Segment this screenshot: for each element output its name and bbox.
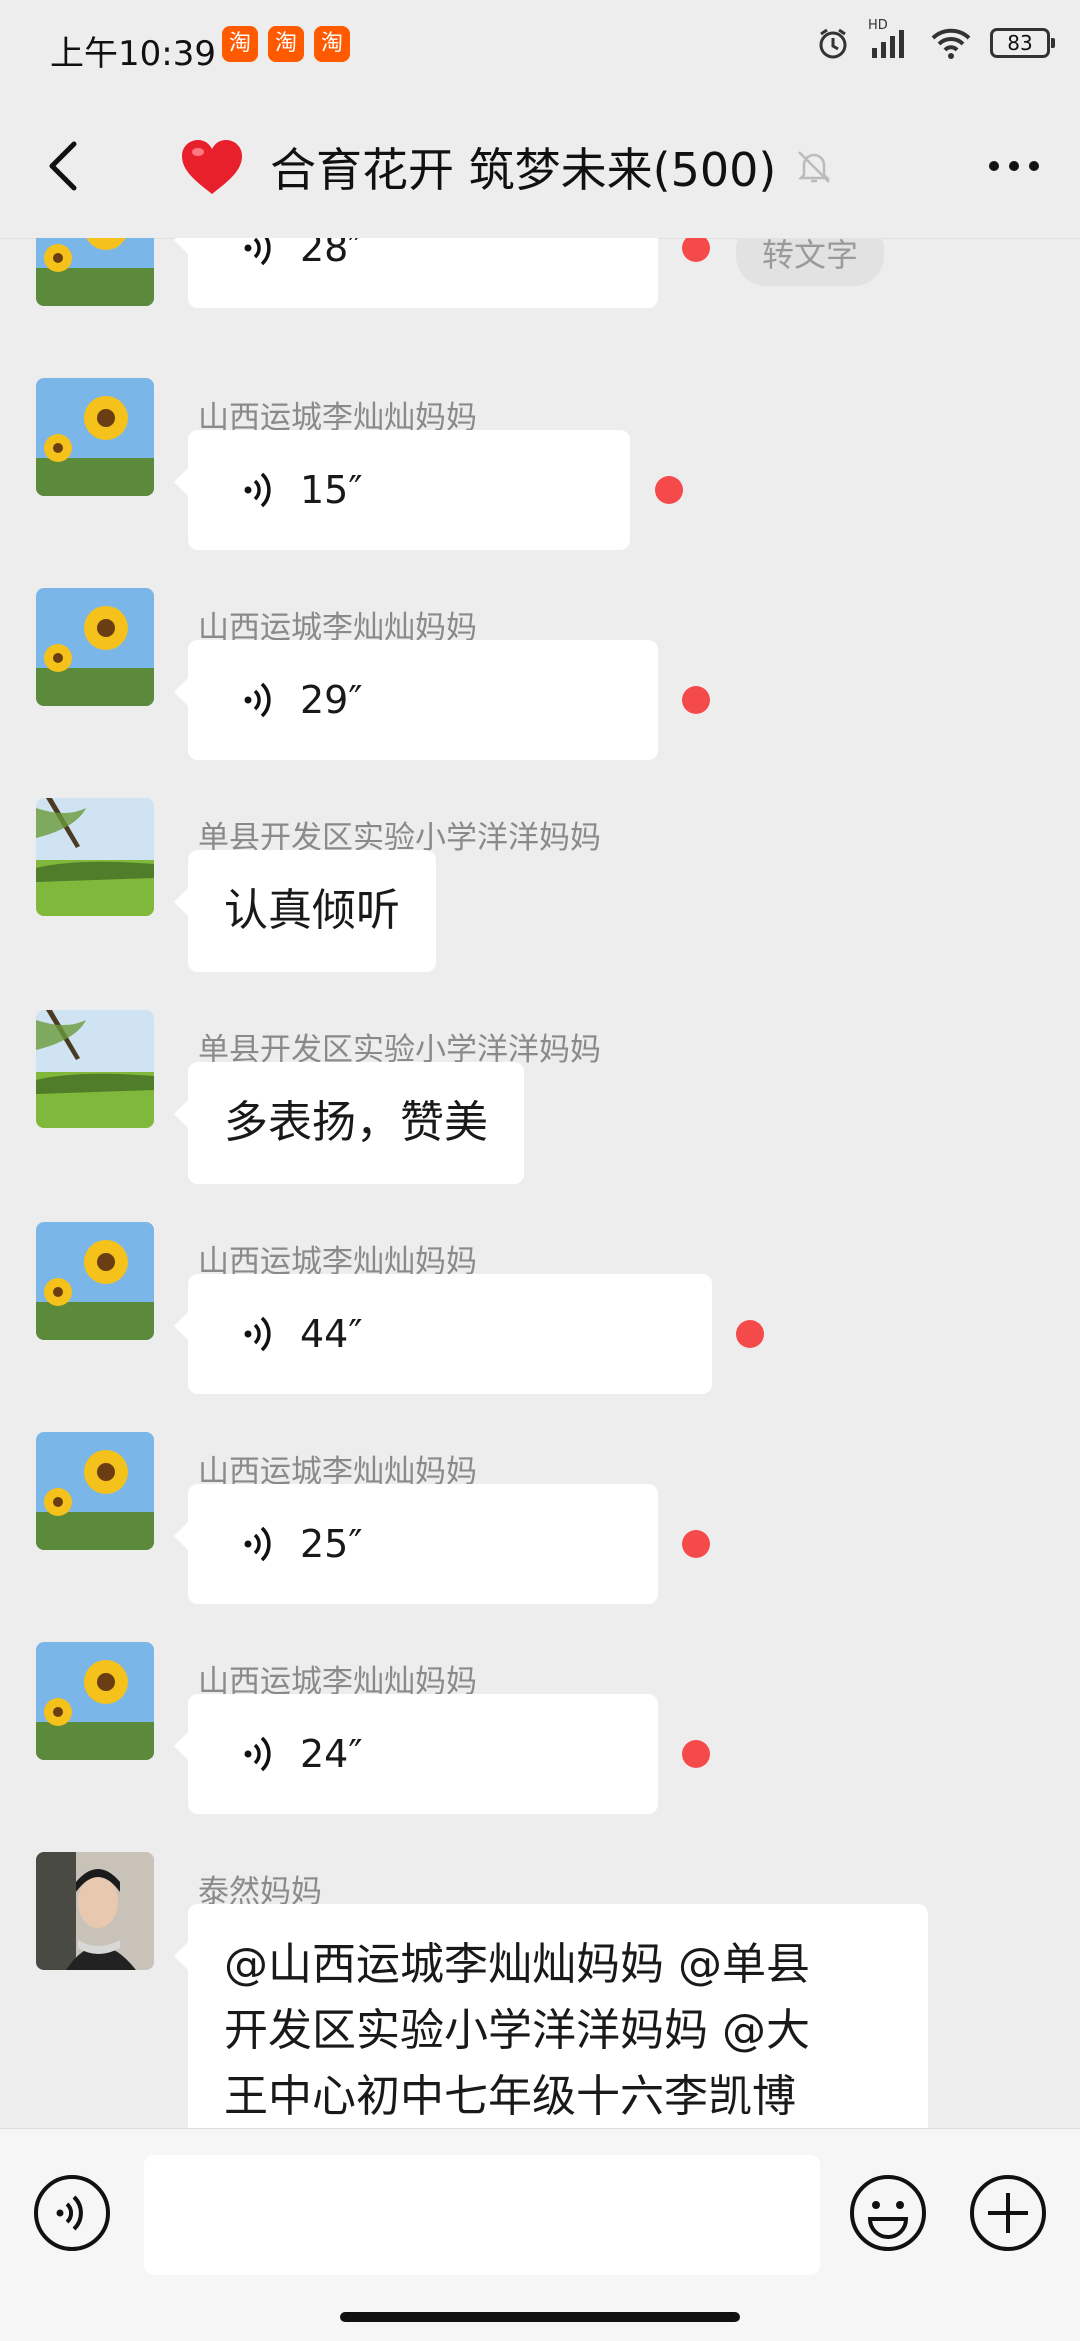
unread-dot bbox=[682, 238, 710, 262]
wifi-icon bbox=[931, 28, 971, 59]
unread-dot bbox=[682, 1740, 710, 1768]
voice-bubble[interactable]: 24″ bbox=[174, 1694, 658, 1814]
more-icon[interactable] bbox=[984, 146, 1044, 186]
voice-wave-icon bbox=[244, 472, 271, 508]
voice-bubble[interactable]: 28″ bbox=[174, 238, 658, 308]
avatar-portrait[interactable] bbox=[36, 1852, 154, 1970]
convert-to-text-button[interactable]: 转文字 bbox=[736, 238, 885, 286]
network-label: HD bbox=[868, 18, 888, 33]
voice-duration: 25″ bbox=[300, 1522, 363, 1566]
text-bubble[interactable]: 认真倾听 bbox=[174, 850, 436, 972]
voice-wave-icon bbox=[244, 1736, 271, 1772]
voice-bubble[interactable]: 29″ bbox=[174, 640, 658, 760]
chat-title: 合育花开 筑梦未来(500) bbox=[270, 143, 777, 197]
emoji-icon[interactable] bbox=[848, 2173, 928, 2253]
notification-icons: 淘 淘 淘 bbox=[222, 26, 350, 62]
unread-dot bbox=[655, 476, 683, 504]
taobao-icon: 淘 bbox=[268, 26, 304, 62]
text-line: 开发区实验小学洋洋妈妈 @大 bbox=[224, 2005, 810, 2056]
avatar-meadow[interactable] bbox=[36, 798, 154, 916]
input-bar bbox=[0, 2128, 1080, 2341]
plus-icon[interactable] bbox=[968, 2173, 1048, 2253]
taobao-icon: 淘 bbox=[314, 26, 350, 62]
unread-dot bbox=[682, 1530, 710, 1558]
system-icons: HD 83 bbox=[816, 18, 1055, 60]
avatar-sunflower[interactable] bbox=[36, 1432, 154, 1550]
text-bubble[interactable]: @山西运城李灿灿妈妈 @单县 开发区实验小学洋洋妈妈 @大 王中心初中七年级十六… bbox=[174, 1904, 928, 2128]
text-bubble[interactable]: 多表扬，赞美 bbox=[174, 1062, 524, 1184]
voice-duration: 15″ bbox=[300, 468, 363, 512]
voice-input-icon[interactable] bbox=[32, 2173, 112, 2253]
mute-bell-icon bbox=[798, 151, 831, 183]
unread-dot bbox=[682, 686, 710, 714]
chat-title-group[interactable]: 合育花开 筑梦未来(500) bbox=[180, 134, 834, 200]
voice-duration: 44″ bbox=[300, 1312, 363, 1356]
avatar-sunflower[interactable] bbox=[36, 588, 154, 706]
unread-dot bbox=[736, 1320, 764, 1348]
text-line: @山西运城李灿灿妈妈 @单县 bbox=[224, 1939, 810, 1990]
text-line: 王中心初中七年级十六李凯博 bbox=[224, 2071, 796, 2122]
voice-wave-icon bbox=[244, 1316, 271, 1352]
signal-icon: HD bbox=[868, 18, 912, 60]
avatar-sunflower[interactable] bbox=[36, 238, 154, 306]
home-indicator[interactable] bbox=[340, 2312, 740, 2322]
status-bar: 上午10:39 淘 淘 淘 HD 83 bbox=[0, 0, 1080, 96]
status-time: 上午10:39 bbox=[50, 34, 216, 74]
alarm-icon bbox=[819, 28, 847, 59]
voice-duration: 28″ bbox=[300, 238, 363, 270]
heart-icon bbox=[182, 140, 242, 194]
voice-bubble[interactable]: 15″ bbox=[174, 430, 630, 550]
avatar-sunflower[interactable] bbox=[36, 1222, 154, 1340]
voice-wave-icon bbox=[244, 1526, 271, 1562]
voice-bubble[interactable]: 44″ bbox=[174, 1274, 712, 1394]
voice-wave-icon bbox=[244, 238, 271, 266]
message-input[interactable] bbox=[144, 2155, 820, 2275]
voice-bubble[interactable]: 25″ bbox=[174, 1484, 658, 1604]
avatar-sunflower[interactable] bbox=[36, 1642, 154, 1760]
avatar-meadow[interactable] bbox=[36, 1010, 154, 1128]
voice-wave-icon bbox=[244, 682, 271, 718]
voice-duration: 29″ bbox=[300, 678, 363, 722]
battery-icon: 83 bbox=[990, 28, 1055, 58]
message-list[interactable]: 28″ 转文字 山西运城李灿灿妈妈 15″ 山西运城李灿灿妈妈 29″ 单县开发… bbox=[0, 238, 1080, 2128]
taobao-icon: 淘 bbox=[222, 26, 258, 62]
chat-header: 合育花开 筑梦未来(500) bbox=[0, 96, 1080, 239]
avatar-sunflower[interactable] bbox=[36, 378, 154, 496]
back-icon[interactable] bbox=[36, 136, 96, 196]
voice-duration: 24″ bbox=[300, 1732, 363, 1776]
